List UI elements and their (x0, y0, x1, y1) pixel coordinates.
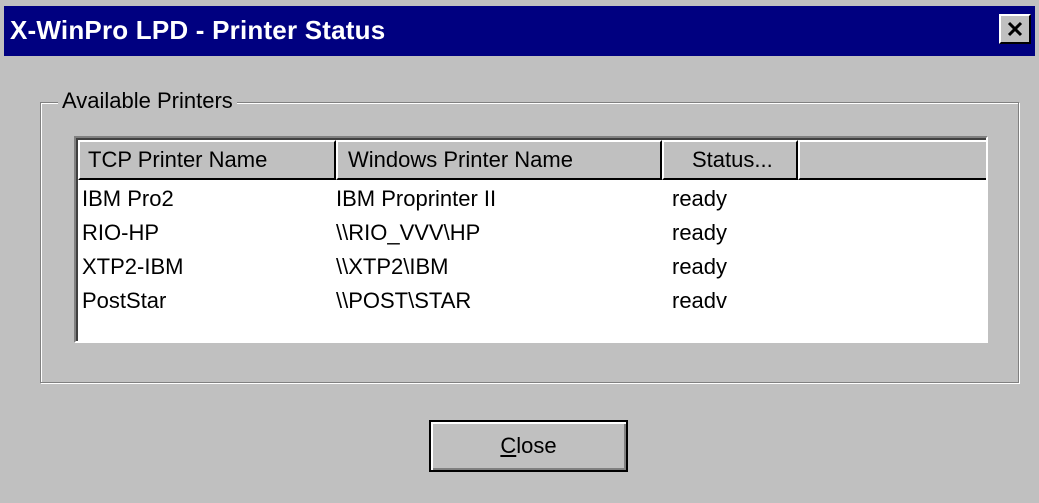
table-row[interactable]: IBM Pro2 IBM Proprinter II ready (78, 182, 984, 216)
status-cell: ready (672, 254, 728, 279)
windows-printer-name-cell: \\POST\STAR (336, 288, 472, 313)
windows-printer-name-cell: \\RIO_VVV\HP (336, 220, 481, 245)
column-header-label: TCP Printer Name (88, 147, 268, 172)
close-icon (1007, 21, 1023, 37)
table-row[interactable]: PostStar \\POST\STAR readv (78, 284, 984, 318)
tcp-printer-name-cell: PostStar (82, 288, 167, 313)
close-button-mnemonic: C (500, 433, 517, 458)
table-row[interactable]: XTP2-IBM \\XTP2\IBM ready (78, 250, 984, 284)
column-header-windows-name[interactable]: Windows Printer Name (336, 140, 662, 180)
column-header-empty (798, 140, 986, 180)
table-row[interactable]: RIO-HP \\RIO_VVV\HP ready (78, 216, 984, 250)
close-button-label: lose (516, 433, 557, 458)
status-cell: ready (672, 220, 728, 245)
tcp-printer-name-cell: XTP2-IBM (82, 254, 184, 279)
windows-printer-name-cell: IBM Proprinter II (336, 186, 497, 211)
status-cell: ready (672, 186, 728, 211)
close-button[interactable]: Close (429, 420, 628, 472)
column-header-label: Status... (692, 147, 773, 172)
list-header: TCP Printer Name Windows Printer Name St… (78, 140, 986, 180)
tcp-printer-name-cell: IBM Pro2 (82, 186, 174, 211)
printer-status-window: X-WinPro LPD - Printer Status Available … (0, 0, 1039, 503)
windows-printer-name-cell: \\XTP2\IBM (336, 254, 449, 279)
column-header-status[interactable]: Status... (662, 140, 798, 180)
group-label: Available Printers (58, 88, 237, 114)
column-header-tcp-name[interactable]: TCP Printer Name (78, 140, 336, 180)
column-header-label: Windows Printer Name (348, 147, 573, 172)
title-bar[interactable]: X-WinPro LPD - Printer Status (4, 6, 1035, 56)
window-title: X-WinPro LPD - Printer Status (10, 15, 386, 45)
printer-list[interactable]: TCP Printer Name Windows Printer Name St… (74, 136, 988, 343)
window-close-button[interactable] (999, 14, 1031, 44)
tcp-printer-name-cell: RIO-HP (82, 220, 159, 245)
status-cell: readv (672, 288, 728, 313)
